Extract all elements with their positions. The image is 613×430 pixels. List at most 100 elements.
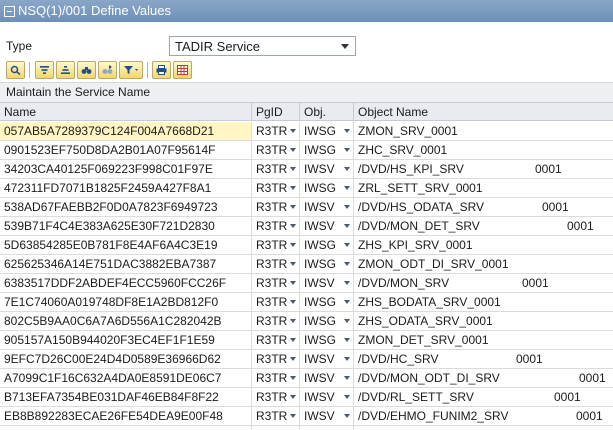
table-row[interactable]: 7E1C74060A019748DF8E1A2BD812F0 R3TR IWSG ZH… xyxy=(0,293,613,312)
chevron-down-icon[interactable] xyxy=(344,148,350,152)
table-row[interactable]: 5D63854285E0B781F8E4AF6A4C3E19 R3TR IWSG ZH… xyxy=(0,236,613,255)
object-name-cell[interactable]: ZMON_ODT_DI_SRV_0001 xyxy=(354,255,613,273)
pgid-cell[interactable]: R3TR xyxy=(252,426,300,430)
find-icon[interactable] xyxy=(77,61,96,79)
name-cell[interactable]: 538AD67FAEBB2F0D0A7823F6949723 xyxy=(0,198,252,216)
table-row[interactable]: 472311FD7071B1825F2459A427F8A1 R3TR IWSG ZR… xyxy=(0,179,613,198)
chevron-down-icon[interactable] xyxy=(290,129,296,133)
filter-icon[interactable] xyxy=(119,61,143,79)
chevron-down-icon[interactable] xyxy=(290,414,296,418)
name-cell[interactable]: 905157A150B944020F3EC4EF1F1E59 xyxy=(0,331,252,349)
chevron-down-icon[interactable] xyxy=(290,300,296,304)
table-row[interactable]: 539B71F4C4E383A625E30F721D2830 R3TR IWSV/D… xyxy=(0,217,613,236)
details-icon[interactable] xyxy=(6,61,25,79)
chevron-down-icon[interactable] xyxy=(344,281,350,285)
name-cell[interactable]: A7099C1F16C632A4DA0E8591DE06C7 xyxy=(0,369,252,387)
table-row[interactable]: A7099C1F16C632A4DA0E8591DE06C7 R3TR IWSV/D… xyxy=(0,369,613,388)
chevron-down-icon[interactable] xyxy=(344,243,350,247)
layout-grid-icon[interactable] xyxy=(173,61,192,79)
object-name-cell[interactable]: ZHS_BODATA_SRV_0001 xyxy=(354,293,613,311)
window-menu-icon[interactable] xyxy=(4,5,15,17)
object-name-cell[interactable]: ZHS_KPI_SRV_0001 xyxy=(354,236,613,254)
chevron-down-icon[interactable] xyxy=(344,205,350,209)
name-cell[interactable]: 6383517DDF2ABDEF4ECC5960FCC26F xyxy=(0,274,252,292)
name-cell[interactable]: 539B71F4C4E383A625E30F721D2830 xyxy=(0,217,252,235)
object-name-cell[interactable]: ZRL_SETT_SRV_0001 xyxy=(354,179,613,197)
object-name-cell[interactable]: /DVD/EHMO_FUNIM2_SRV xyxy=(354,407,613,425)
object-name-cell[interactable]: /DVD/HC_SRV xyxy=(354,350,613,368)
chevron-down-icon[interactable] xyxy=(344,300,350,304)
chevron-down-icon[interactable] xyxy=(344,338,350,342)
object-name-cell[interactable]: /DVD/HS_BODATA_SRV xyxy=(354,426,613,430)
table-row[interactable]: EB8B892283ECAE26FE54DEA9E00F48 R3TR IWSV/D… xyxy=(0,407,613,426)
chevron-down-icon[interactable] xyxy=(344,167,350,171)
table-row[interactable]: 0901523EF750D8DA2B01A07F95614F R3TR IWSG ZH… xyxy=(0,141,613,160)
object-name-cell[interactable]: ZMON_SRV_0001 xyxy=(354,122,613,140)
object-name-cell[interactable]: /DVD/MON_SRV xyxy=(354,274,613,292)
name-cell[interactable]: 7E1C74060A019748DF8E1A2BD812F0 xyxy=(0,293,252,311)
table-row[interactable]: 34203CA40125F069223F998C01F97E R3TR IWSV/D… xyxy=(0,160,613,179)
object-name-cell[interactable]: ZMON_DET_SRV_0001 xyxy=(354,331,613,349)
chevron-down-icon[interactable] xyxy=(290,148,296,152)
chevron-down-icon[interactable] xyxy=(290,338,296,342)
object-name-cell[interactable]: /DVD/HS_ODATA_SRV xyxy=(354,198,613,216)
object-name-cell[interactable]: /DVD/HS_KPI_SRV xyxy=(354,160,613,178)
chevron-down-icon[interactable] xyxy=(290,186,296,190)
sort-descending-icon[interactable] xyxy=(56,61,75,79)
chevron-down-icon[interactable] xyxy=(344,319,350,323)
chevron-down-icon[interactable] xyxy=(290,395,296,399)
table-row[interactable]: 538AD67FAEBB2F0D0A7823F6949723 R3TR IWSV/D… xyxy=(0,198,613,217)
object-name-cell[interactable]: ZHC_SRV_0001 xyxy=(354,141,613,159)
table-row[interactable]: 802C5B9AA0C6A7A6D556A1C282042B R3TR IWSG ZH… xyxy=(0,312,613,331)
name-cell[interactable]: 057AB5A7289379C124F004A7668D21 xyxy=(0,122,252,140)
chevron-down-icon[interactable] xyxy=(344,186,350,190)
column-header-pgid[interactable]: PgID xyxy=(252,103,300,121)
name-cell[interactable]: 625625346A14E751DAC3882EBA7387 xyxy=(0,255,252,273)
chevron-down-icon[interactable] xyxy=(344,129,350,133)
chevron-down-icon[interactable] xyxy=(344,376,350,380)
chevron-down-icon[interactable] xyxy=(344,414,350,418)
chevron-down-icon[interactable] xyxy=(290,224,296,228)
sort-ascending-icon[interactable] xyxy=(35,61,54,79)
obj-cell-text: IWSV xyxy=(304,162,335,176)
obj-cell[interactable]: IWSV xyxy=(300,426,354,430)
chevron-down-icon[interactable] xyxy=(290,167,296,171)
table-row[interactable]: 6383517DDF2ABDEF4ECC5960FCC26F R3TR IWSV/D… xyxy=(0,274,613,293)
chevron-down-icon[interactable] xyxy=(344,357,350,361)
name-cell[interactable]: 34203CA40125F069223F998C01F97E xyxy=(0,160,252,178)
object-name-cell-text: /DVD/HS_ODATA_SRV xyxy=(358,200,485,214)
chevron-down-icon[interactable] xyxy=(290,319,296,323)
chevron-down-icon[interactable] xyxy=(290,376,296,380)
name-cell[interactable]: 802C5B9AA0C6A7A6D556A1C282042B xyxy=(0,312,252,330)
object-name-suffix: 0001 xyxy=(516,352,543,366)
chevron-down-icon[interactable] xyxy=(344,262,350,266)
chevron-down-icon[interactable] xyxy=(344,224,350,228)
type-dropdown[interactable]: TADIR Service xyxy=(169,36,356,56)
chevron-down-icon[interactable] xyxy=(290,262,296,266)
chevron-down-icon[interactable] xyxy=(290,205,296,209)
table-row[interactable]: 625625346A14E751DAC3882EBA7387 R3TR IWSG ZM… xyxy=(0,255,613,274)
table-row[interactable]: 9EFC7D26C00E24D4D0589E36966D62 R3TR IWSV/D… xyxy=(0,350,613,369)
table-row[interactable]: 905157A150B944020F3EC4EF1F1E59 R3TR IWSG ZM… xyxy=(0,331,613,350)
table-row[interactable]: F06DF4B9780B6F53CF2B115AF89FBCR3TRIWSV/D… xyxy=(0,426,613,430)
object-name-cell[interactable]: /DVD/MON_ODT_DI_SRV xyxy=(354,369,613,387)
print-icon[interactable] xyxy=(152,61,171,79)
column-header-name[interactable]: Name xyxy=(0,103,252,121)
chevron-down-icon[interactable] xyxy=(290,243,296,247)
column-header-object-name[interactable]: Object Name xyxy=(354,103,613,121)
name-cell[interactable]: F06DF4B9780B6F53CF2B115AF89FBC xyxy=(0,426,252,430)
name-cell[interactable]: 5D63854285E0B781F8E4AF6A4C3E19 xyxy=(0,236,252,254)
name-cell[interactable]: 472311FD7071B1825F2459A427F8A1 xyxy=(0,179,252,197)
name-cell[interactable]: 9EFC7D26C00E24D4D0589E36966D62 xyxy=(0,350,252,368)
find-next-icon[interactable] xyxy=(98,61,117,79)
column-header-obj[interactable]: Obj. xyxy=(300,103,354,121)
table-row[interactable]: 057AB5A7289379C124F004A7668D21 R3TR IWSG ZM… xyxy=(0,122,613,141)
chevron-down-icon[interactable] xyxy=(290,357,296,361)
name-cell[interactable]: B713EFA7354BE031DAF46EB84F8F22 xyxy=(0,388,252,406)
object-name-cell[interactable]: ZHS_ODATA_SRV_0001 xyxy=(354,312,613,330)
chevron-down-icon[interactable] xyxy=(344,395,350,399)
table-row[interactable]: B713EFA7354BE031DAF46EB84F8F22 R3TR IWSV/D… xyxy=(0,388,613,407)
name-cell[interactable]: EB8B892283ECAE26FE54DEA9E00F48 xyxy=(0,407,252,425)
name-cell[interactable]: 0901523EF750D8DA2B01A07F95614F xyxy=(0,141,252,159)
chevron-down-icon[interactable] xyxy=(290,281,296,285)
